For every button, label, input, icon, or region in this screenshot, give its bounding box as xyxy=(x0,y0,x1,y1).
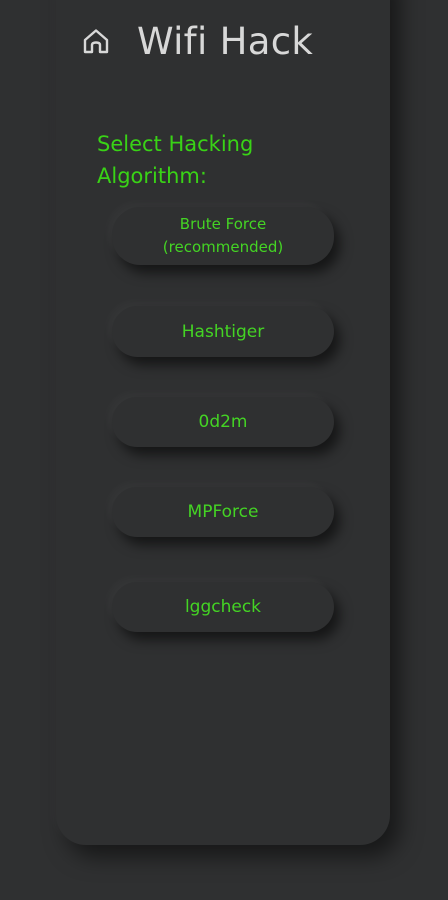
algorithm-button-mpforce[interactable]: MPForce xyxy=(112,487,334,537)
algorithm-label: Brute Force xyxy=(179,215,267,233)
home-icon[interactable] xyxy=(80,25,112,57)
algorithm-button-lggcheck[interactable]: lggcheck xyxy=(112,582,334,632)
algorithm-button-hashtiger[interactable]: Hashtiger xyxy=(112,306,334,357)
algorithm-label: 0d2m xyxy=(198,412,248,432)
algorithm-label: MPForce xyxy=(187,502,259,522)
algorithm-note: (recommended) xyxy=(162,238,284,256)
page-title: Wifi Hack xyxy=(137,19,314,63)
algorithm-prompt: Select Hacking Algorithm: xyxy=(97,132,254,188)
app-header: Wifi Hack xyxy=(80,18,313,64)
algorithm-button-0d2m[interactable]: 0d2m xyxy=(112,397,334,447)
algorithm-button-brute-force[interactable]: Brute Force (recommended) xyxy=(112,207,334,265)
algorithm-label: Hashtiger xyxy=(181,321,265,342)
algorithm-label: lggcheck xyxy=(184,597,262,617)
